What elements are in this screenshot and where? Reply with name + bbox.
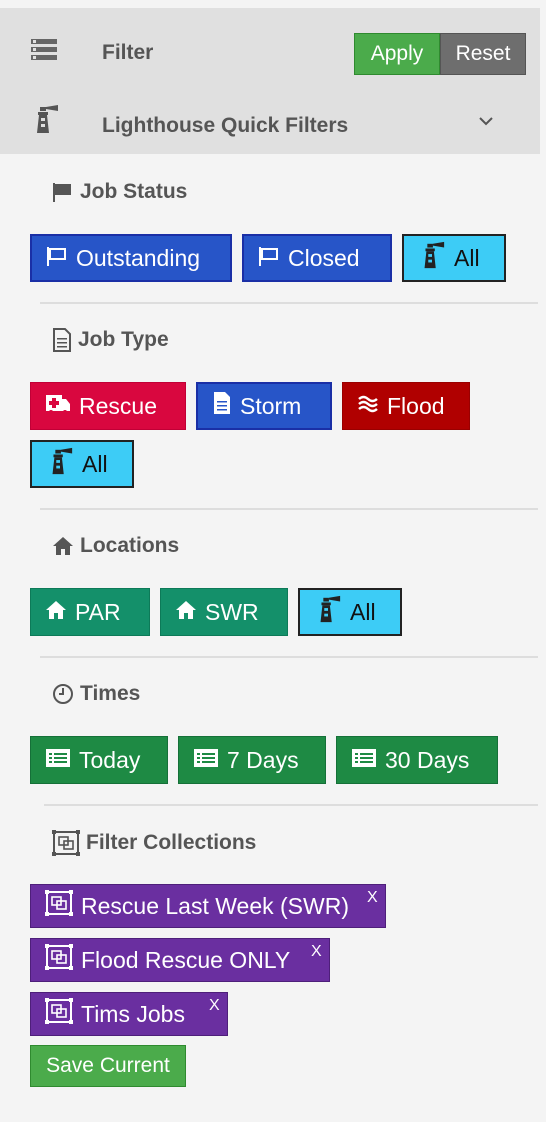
job-type-label: Job Type (78, 328, 169, 351)
chevron-down-icon[interactable] (478, 114, 494, 132)
chip-30-days-label: 30 Days (385, 746, 470, 773)
chip-outstanding[interactable]: Outstanding (30, 234, 232, 282)
chip-location-par[interactable]: PAR (30, 588, 150, 636)
lighthouse-icon (30, 104, 60, 139)
filter-label: Filter (102, 41, 154, 64)
remove-collection-button[interactable]: X (311, 943, 322, 961)
chip-today-label: Today (79, 746, 141, 773)
collection-icon (45, 944, 73, 976)
collection-item[interactable]: Tims Jobs X (30, 992, 228, 1036)
collection-item-label: Flood Rescue ONLY (81, 946, 291, 973)
chip-outstanding-label: Outstanding (76, 244, 201, 271)
quick-filters-label: Lighthouse Quick Filters (102, 114, 349, 137)
collection-icon (45, 998, 73, 1030)
collection-item[interactable]: Rescue Last Week (SWR) X (30, 884, 386, 928)
chip-time-30-days[interactable]: 30 Days (336, 736, 498, 784)
reset-button[interactable]: Reset (440, 33, 526, 75)
chip-par-label: PAR (75, 598, 121, 625)
locations-label: Locations (80, 534, 180, 557)
chip-rescue[interactable]: Rescue (30, 382, 186, 430)
chip-status-all-label: All (454, 244, 480, 271)
divider (40, 656, 538, 658)
collection-item-label: Tims Jobs (81, 1000, 185, 1027)
chip-rescue-label: Rescue (79, 392, 157, 419)
filter-row: Filter Apply Reset (0, 8, 540, 80)
chip-location-all[interactable]: All (298, 588, 402, 636)
chip-type-all-label: All (82, 450, 108, 477)
chip-closed[interactable]: Closed (242, 234, 392, 282)
chip-time-today[interactable]: Today (30, 736, 168, 784)
home-icon (52, 536, 74, 556)
job-type-title: Job Type (52, 328, 169, 352)
calendar-list-icon (45, 747, 71, 774)
lighthouse-icon (418, 241, 446, 275)
calendar-list-icon (193, 747, 219, 774)
lighthouse-icon (314, 595, 342, 629)
chip-flood-label: Flood (387, 392, 445, 419)
ambulance-icon (45, 392, 71, 420)
times-title: Times (52, 682, 140, 706)
quick-filters-row[interactable]: Lighthouse Quick Filters (0, 92, 540, 154)
job-status-title: Job Status (52, 180, 187, 204)
flag-outline-icon (46, 245, 68, 272)
chip-7-days-label: 7 Days (227, 746, 299, 773)
clock-icon (52, 683, 74, 705)
list-icon (30, 38, 58, 67)
save-current-button[interactable]: Save Current (30, 1045, 186, 1087)
collections-label: Filter Collections (86, 831, 257, 854)
chip-flood[interactable]: Flood (342, 382, 470, 430)
chip-type-all[interactable]: All (30, 440, 134, 488)
home-icon (175, 599, 197, 626)
job-status-label: Job Status (80, 180, 188, 203)
filter-header: Filter Apply Reset Lighthouse Quick Filt… (0, 8, 540, 154)
chip-location-swr[interactable]: SWR (160, 588, 288, 636)
apply-button[interactable]: Apply (354, 33, 440, 75)
flag-icon (52, 182, 74, 202)
lighthouse-icon (46, 447, 74, 481)
collection-item-label: Rescue Last Week (SWR) (81, 892, 349, 919)
collection-icon (52, 830, 80, 856)
waves-icon (357, 393, 379, 420)
remove-collection-button[interactable]: X (367, 889, 378, 907)
flag-outline-icon (258, 245, 280, 272)
times-label: Times (80, 682, 141, 705)
chip-closed-label: Closed (288, 244, 360, 271)
chip-swr-label: SWR (205, 598, 259, 625)
collection-item[interactable]: Flood Rescue ONLY X (30, 938, 330, 982)
divider (40, 508, 538, 510)
chip-storm-label: Storm (240, 392, 302, 419)
chip-status-all[interactable]: All (402, 234, 506, 282)
chip-storm[interactable]: Storm (196, 382, 332, 430)
collection-icon (45, 890, 73, 922)
remove-collection-button[interactable]: X (209, 997, 220, 1015)
divider (44, 804, 538, 806)
divider (40, 302, 538, 304)
chip-location-all-label: All (350, 598, 376, 625)
chip-time-7-days[interactable]: 7 Days (178, 736, 326, 784)
calendar-list-icon (351, 747, 377, 774)
home-icon (45, 599, 67, 626)
locations-title: Locations (52, 534, 179, 558)
document-icon (52, 328, 72, 352)
collections-title: Filter Collections (52, 830, 256, 856)
document-icon (212, 391, 232, 421)
